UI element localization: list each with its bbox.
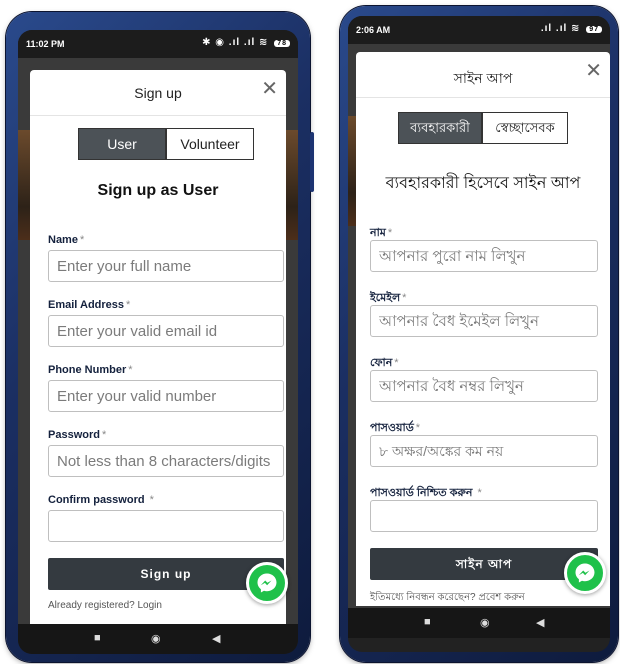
- form-heading: Sign up as User: [97, 182, 219, 199]
- login-link[interactable]: ইতিমধ্যে নিবন্ধন করেছেন? প্রবেশ করুন: [370, 590, 525, 607]
- close-icon[interactable]: ✕: [261, 79, 278, 99]
- name-field[interactable]: [370, 240, 598, 272]
- recent-apps-icon[interactable]: ■: [94, 632, 101, 644]
- tab-volunteer[interactable]: স্বেচ্ছাসেবক: [482, 112, 568, 144]
- password-field[interactable]: [48, 445, 284, 477]
- close-icon[interactable]: ✕: [585, 61, 602, 81]
- phone-field[interactable]: [48, 380, 284, 412]
- status-time: 11:02 PM: [26, 39, 65, 49]
- phone-field[interactable]: [370, 370, 598, 402]
- password-field[interactable]: [370, 435, 598, 467]
- android-navbar: ■ ◉ ◀: [348, 608, 610, 638]
- email-label: Email Address *: [48, 299, 131, 311]
- signup-modal: সাইন আপ ✕ ব্যবহারকারী স্বেচ্ছাসেবক ব্যবহ…: [356, 52, 610, 606]
- battery-icon: 97: [586, 26, 602, 33]
- back-icon[interactable]: ◀: [212, 632, 220, 645]
- role-toggle: User Volunteer: [78, 128, 254, 160]
- login-link[interactable]: Already registered? Login: [48, 600, 162, 611]
- email-field[interactable]: [48, 315, 284, 347]
- name-label: Name *: [48, 234, 85, 246]
- screen-left: 11:02 PM ✱ ◉ .ıl .ıl ≋ 78 Sign up ✕ User…: [18, 30, 298, 654]
- messenger-button[interactable]: [564, 552, 606, 594]
- messenger-button[interactable]: [246, 562, 288, 604]
- recent-apps-icon[interactable]: ■: [424, 616, 431, 628]
- home-icon[interactable]: ◉: [480, 616, 490, 629]
- home-icon[interactable]: ◉: [151, 632, 161, 645]
- signal-icon: .ıl .ıl ≋: [540, 23, 581, 34]
- battery-icon: 78: [274, 40, 290, 47]
- phone-label: Phone Number *: [48, 364, 133, 376]
- email-field[interactable]: [370, 305, 598, 337]
- phone-right: 2:06 AM .ıl .ıl ≋ 97 সাইন আপ ✕ ব্যবহারকা…: [340, 6, 618, 662]
- modal-title: Sign up: [134, 85, 182, 101]
- screen-right: 2:06 AM .ıl .ıl ≋ 97 সাইন আপ ✕ ব্যবহারকা…: [348, 16, 610, 652]
- backdrop-image: [284, 130, 298, 240]
- status-time: 2:06 AM: [356, 25, 391, 35]
- back-icon[interactable]: ◀: [536, 616, 544, 629]
- status-bar: 2:06 AM .ıl .ıl ≋ 97: [348, 16, 610, 44]
- status-icons: .ıl .ıl ≋ 97: [541, 23, 602, 34]
- messenger-icon: [575, 563, 595, 583]
- password-label: Password *: [48, 429, 107, 441]
- name-field[interactable]: [48, 250, 284, 282]
- messenger-icon: [257, 573, 277, 593]
- role-toggle: ব্যবহারকারী স্বেচ্ছাসেবক: [398, 112, 568, 144]
- tab-volunteer[interactable]: Volunteer: [166, 128, 254, 160]
- form-heading: ব্যবহারকারী হিসেবে সাইন আপ: [385, 175, 581, 192]
- confirm-password-field[interactable]: [370, 500, 598, 532]
- signal-icon: ✱ ◉ .ıl .ıl ≋: [202, 37, 269, 48]
- confirm-password-label: Confirm password *: [48, 494, 154, 506]
- modal-title: সাইন আপ: [453, 70, 513, 86]
- signup-modal: Sign up ✕ User Volunteer Sign up as User…: [30, 70, 288, 626]
- modal-header: সাইন আপ ✕: [356, 52, 610, 98]
- status-bar: 11:02 PM ✱ ◉ .ıl .ıl ≋ 78: [18, 30, 298, 58]
- phone-left: 11:02 PM ✱ ◉ .ıl .ıl ≋ 78 Sign up ✕ User…: [6, 12, 314, 662]
- modal-header: Sign up ✕: [30, 70, 286, 116]
- side-button: [310, 132, 314, 192]
- tab-user[interactable]: User: [78, 128, 166, 160]
- android-navbar: ■ ◉ ◀: [18, 624, 298, 654]
- tab-user[interactable]: ব্যবহারকারী: [398, 112, 482, 144]
- confirm-password-field[interactable]: [48, 510, 284, 542]
- status-icons: ✱ ◉ .ıl .ıl ≋ 78: [202, 37, 290, 48]
